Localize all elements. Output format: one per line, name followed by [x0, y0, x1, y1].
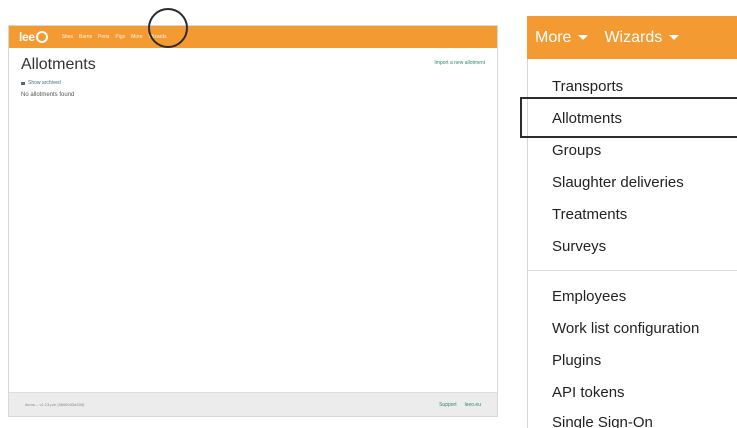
import-allotment-link[interactable]: Import a new allotment	[434, 60, 485, 66]
allotments-highlight-annotation	[520, 97, 737, 138]
version-text: demo – v1.13.pre (9806043a335)	[25, 402, 85, 407]
footer-links: Support leeo.eu	[439, 402, 481, 408]
empty-state-message: No allotments found	[21, 92, 75, 98]
wizards-menu-toggle[interactable]: Wizards	[604, 29, 680, 47]
chevron-down-icon	[669, 35, 680, 40]
main-content: Allotments Import a new allotment Show a…	[9, 48, 497, 412]
chevron-down-icon	[578, 35, 589, 40]
page-title: Allotments	[21, 56, 96, 73]
more-menu-toggle[interactable]: More	[535, 29, 589, 47]
nav-sites[interactable]: Sites	[62, 34, 73, 40]
logo-ring-icon	[35, 31, 48, 43]
menu-divider	[528, 270, 737, 271]
menu-item-plugins[interactable]: Plugins	[552, 352, 601, 369]
menu-item-groups[interactable]: Groups	[552, 142, 601, 159]
nav-barns[interactable]: Barns	[79, 34, 92, 40]
menu-item-slaughter-deliveries[interactable]: Slaughter deliveries	[552, 174, 684, 191]
top-navbar: lee Sites Barns Pens Pigs More Wizards	[9, 26, 497, 48]
menu-item-employees[interactable]: Employees	[552, 288, 626, 305]
support-link[interactable]: Support	[439, 402, 457, 408]
archive-icon	[21, 81, 25, 85]
menu-item-transports[interactable]: Transports	[552, 78, 623, 95]
menu-item-api-tokens[interactable]: API tokens	[552, 384, 625, 401]
nav-more[interactable]: More	[131, 34, 142, 40]
menu-item-single-sign-on[interactable]: Single Sign-On	[552, 414, 653, 428]
page-footer: demo – v1.13.pre (9806043a335) Support l…	[9, 392, 497, 416]
menu-item-surveys[interactable]: Surveys	[552, 238, 606, 255]
menu-item-work-list-configuration[interactable]: Work list configuration	[552, 320, 699, 337]
leeo-logo[interactable]: lee	[19, 30, 48, 44]
zoomed-dropdown-panel: More Wizards Transports Allotments Group…	[527, 16, 737, 428]
menu-item-treatments[interactable]: Treatments	[552, 206, 627, 223]
show-archived-toggle[interactable]: Show archived	[21, 80, 485, 86]
circle-highlight-annotation	[148, 8, 188, 48]
nav-pens[interactable]: Pens	[98, 34, 109, 40]
nav-pigs[interactable]: Pigs	[115, 34, 125, 40]
app-screenshot: lee Sites Barns Pens Pigs More Wizards A…	[8, 25, 498, 417]
site-link[interactable]: leeo.eu	[465, 402, 481, 408]
zoomed-navbar: More Wizards	[527, 16, 737, 59]
